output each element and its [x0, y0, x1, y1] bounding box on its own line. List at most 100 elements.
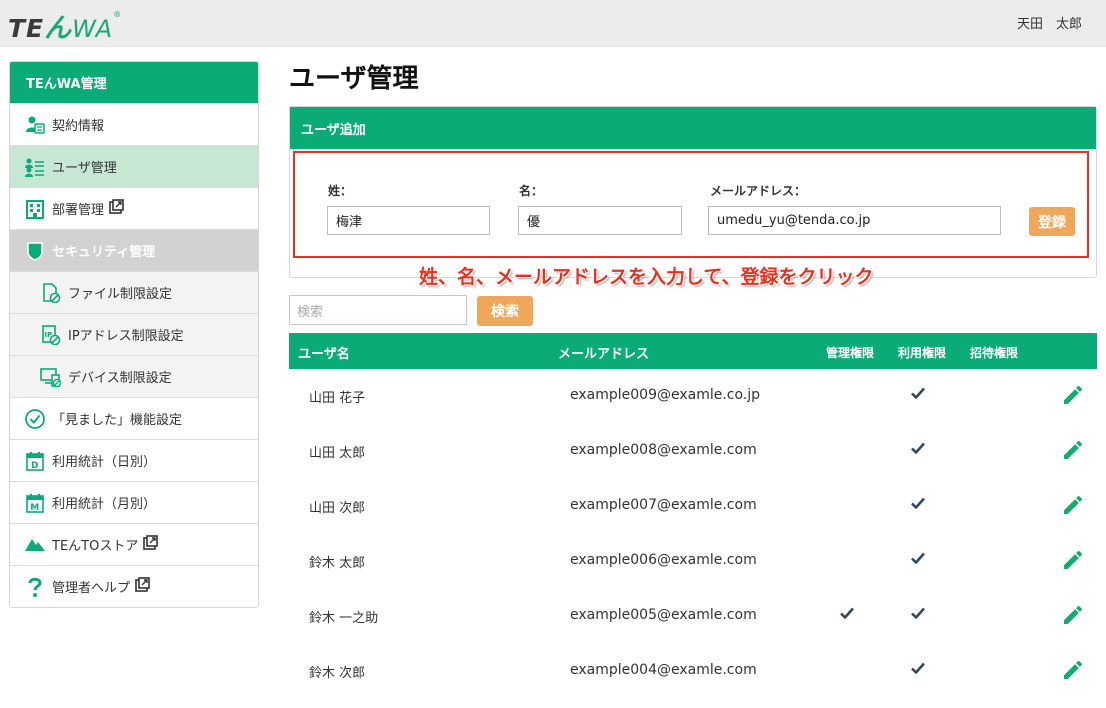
use-permission-check-icon — [911, 387, 925, 403]
edit-pencil-icon[interactable] — [1061, 493, 1085, 521]
sidebar-item-label: 「見ました」機能設定 — [52, 413, 183, 428]
store-icon — [24, 534, 46, 556]
contract-user-icon — [24, 114, 46, 136]
svg-text:D: D — [31, 461, 38, 471]
table-row: 鈴木 太郎 example006@examle.com — [289, 533, 1097, 588]
sidebar-item-label: デバイス制限設定 — [68, 371, 172, 386]
user-name-cell: 山田 太郎 — [309, 446, 366, 461]
sidebar-item-contract[interactable]: 契約情報 — [10, 103, 258, 145]
user-name-cell: 鈴木 太郎 — [309, 556, 366, 571]
device-restrict-icon — [40, 366, 62, 388]
table-row: 鈴木 一之助 example005@examle.com — [289, 588, 1097, 643]
sidebar-item-users[interactable]: ユーザ管理 — [10, 145, 258, 187]
user-list-icon — [24, 156, 46, 178]
logo-registered: ® — [113, 10, 123, 19]
user-name-cell: 山田 次郎 — [309, 501, 366, 516]
edit-pencil-icon[interactable] — [1061, 603, 1085, 631]
use-permission-check-icon — [911, 552, 925, 568]
sidebar-item-monthly-stats[interactable]: M 利用統計（月別） — [10, 481, 258, 523]
user-name[interactable]: 天田 太郎 — [1017, 13, 1082, 32]
user-table-header: ユーザ名 メールアドレス 管理権限 利用権限 招待権限 — [289, 333, 1097, 369]
external-link-icon — [135, 577, 150, 596]
calendar-day-icon: D — [24, 450, 46, 472]
email-cell: example009@examle.co.jp — [570, 387, 761, 403]
sidebar-item-daily-stats[interactable]: D 利用統計（日別） — [10, 439, 258, 481]
sidebar-item-seen-setting[interactable]: 「見ました」機能設定 — [10, 397, 258, 439]
first-name-label: 名： — [519, 184, 544, 198]
calendar-month-icon: M — [24, 492, 46, 514]
sidebar-item-label: ユーザ管理 — [52, 161, 117, 176]
file-restrict-icon — [40, 282, 62, 304]
last-name-label: 姓： — [328, 184, 353, 198]
edit-pencil-icon[interactable] — [1061, 548, 1085, 576]
table-row: 山田 次郎 example007@examle.com — [289, 478, 1097, 533]
logo-te: TE — [8, 14, 45, 43]
admin-permission-check-icon — [840, 607, 854, 623]
sidebar-item-label: 契約情報 — [52, 119, 105, 134]
sidebar-item-ip-restrict[interactable]: IP IPアドレス制限設定 — [10, 313, 258, 355]
search-button[interactable]: 検索 — [477, 296, 533, 326]
column-user-name: ユーザ名 — [298, 347, 350, 362]
sidebar-item-label: 利用統計（月別） — [52, 497, 157, 512]
search-input[interactable]: 検索 — [289, 295, 467, 325]
user-name-cell: 山田 花子 — [309, 391, 366, 406]
sidebar-item-label: 管理者ヘルプ — [52, 581, 131, 596]
sidebar-item-label: IPアドレス制限設定 — [68, 329, 184, 344]
sidebar-item-admin-help[interactable]: 管理者ヘルプ — [10, 565, 258, 607]
user-name-cell: 鈴木 一之助 — [309, 611, 379, 626]
use-permission-check-icon — [911, 442, 925, 458]
add-user-panel: ユーザ追加 姓： 梅津 名： 優 メールアドレス： umedu_yu@tenda… — [289, 106, 1097, 278]
sidebar-item-label: 部署管理 — [52, 203, 105, 218]
email-cell: example005@examle.com — [570, 607, 757, 623]
email-cell: example007@examle.com — [570, 497, 757, 513]
check-circle-icon — [24, 408, 46, 430]
column-use-permission: 利用権限 — [898, 346, 947, 360]
sidebar-item-departments[interactable]: 部署管理 — [10, 187, 258, 229]
building-icon — [24, 198, 46, 220]
svg-text:M: M — [30, 503, 39, 513]
edit-pencil-icon[interactable] — [1061, 383, 1085, 411]
email-input[interactable]: umedu_yu@tenda.co.jp — [708, 206, 1001, 235]
sidebar-item-label: ファイル制限設定 — [68, 287, 173, 302]
use-permission-check-icon — [911, 607, 925, 623]
tenwa-logo[interactable]: TE ん WA ® — [8, 6, 123, 44]
table-row: 山田 花子 example009@examle.co.jp — [289, 368, 1097, 423]
add-user-heading: ユーザ追加 — [290, 107, 1096, 149]
external-link-icon — [143, 535, 159, 554]
user-name-cell: 鈴木 次郎 — [309, 666, 366, 681]
email-label: メールアドレス： — [710, 184, 807, 198]
column-invite-permission: 招待権限 — [970, 346, 1019, 360]
use-permission-check-icon — [911, 662, 925, 678]
logo-wa: WA — [72, 15, 114, 43]
help-icon — [24, 576, 46, 598]
sidebar-item-label: 利用統計（日別） — [52, 455, 157, 470]
column-admin-permission: 管理権限 — [826, 346, 875, 360]
edit-pencil-icon[interactable] — [1061, 658, 1085, 686]
register-button[interactable]: 登録 — [1029, 207, 1075, 236]
email-cell: example008@examle.com — [570, 442, 757, 458]
page-title: ユーザ管理 — [289, 64, 419, 94]
top-bar: TE ん WA ® 天田 太郎 — [0, 0, 1106, 47]
email-cell: example006@examle.com — [570, 552, 757, 568]
instruction-annotation: 姓、名、メールアドレスを入力して、登録をクリック — [419, 266, 874, 288]
use-permission-check-icon — [911, 497, 925, 513]
sidebar: TEんWA管理 契約情報 ユーザ管理 部署管理 セキュリティ管理 ファイル制限設… — [9, 61, 259, 608]
last-name-input[interactable]: 梅津 — [327, 206, 490, 235]
sidebar-item-file-restrict[interactable]: ファイル制限設定 — [10, 271, 258, 313]
first-name-input[interactable]: 優 — [518, 206, 682, 235]
ip-restrict-icon: IP — [40, 324, 62, 346]
email-cell: example004@examle.com — [570, 662, 757, 678]
sidebar-title: TEんWA管理 — [10, 62, 258, 103]
sidebar-section-security[interactable]: セキュリティ管理 — [10, 229, 258, 271]
table-row: 山田 太郎 example008@examle.com — [289, 423, 1097, 478]
logo-n: ん — [44, 13, 73, 44]
sidebar-item-device-restrict[interactable]: デバイス制限設定 — [10, 355, 258, 397]
highlight-box: 姓： 梅津 名： 優 メールアドレス： umedu_yu@tenda.co.jp… — [293, 151, 1089, 258]
external-link-icon — [109, 199, 124, 218]
table-row: 鈴木 次郎 example004@examle.com — [289, 643, 1097, 698]
column-email: メールアドレス — [558, 347, 650, 362]
shield-icon — [24, 240, 46, 262]
sidebar-item-label: TEんTOストア — [52, 539, 139, 554]
sidebar-item-store[interactable]: TEんTOストア — [10, 523, 258, 565]
edit-pencil-icon[interactable] — [1061, 438, 1085, 466]
